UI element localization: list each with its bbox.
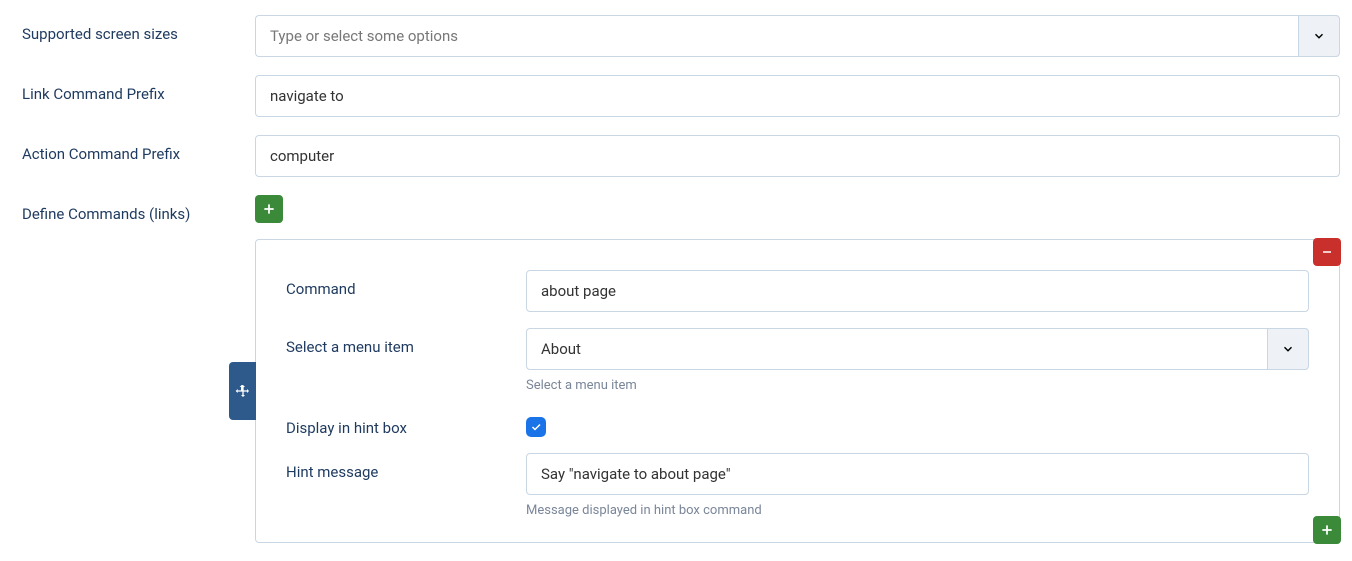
command-input[interactable] xyxy=(526,270,1309,312)
action-command-prefix-label: Action Command Prefix xyxy=(12,135,255,163)
menu-item-value: About xyxy=(526,328,1267,370)
supported-screen-sizes-select[interactable]: Type or select some options xyxy=(255,15,1340,57)
menu-item-select[interactable]: About xyxy=(526,328,1309,370)
display-hint-checkbox[interactable] xyxy=(526,417,546,437)
chevron-down-icon[interactable] xyxy=(1267,328,1309,370)
hint-message-label: Hint message xyxy=(286,453,526,481)
supported-screen-sizes-label: Supported screen sizes xyxy=(12,15,255,43)
add-sub-command-button[interactable] xyxy=(1313,516,1341,544)
hint-message-help: Message displayed in hint box command xyxy=(526,503,1309,518)
link-command-prefix-input[interactable] xyxy=(255,75,1340,117)
link-command-prefix-label: Link Command Prefix xyxy=(12,75,255,103)
menu-item-help: Select a menu item xyxy=(526,378,1309,393)
hint-message-input[interactable] xyxy=(526,453,1309,495)
command-field-label: Command xyxy=(286,270,526,298)
menu-item-field-label: Select a menu item xyxy=(286,328,526,356)
add-command-button[interactable] xyxy=(255,195,283,223)
supported-screen-sizes-placeholder: Type or select some options xyxy=(255,15,1298,57)
remove-command-button[interactable] xyxy=(1313,238,1341,266)
drag-handle[interactable] xyxy=(229,362,256,420)
command-block: Command Select a menu item About Select … xyxy=(255,239,1340,543)
action-command-prefix-input[interactable] xyxy=(255,135,1340,177)
display-hint-label: Display in hint box xyxy=(286,409,526,437)
chevron-down-icon[interactable] xyxy=(1298,15,1340,57)
define-commands-label: Define Commands (links) xyxy=(12,195,255,223)
